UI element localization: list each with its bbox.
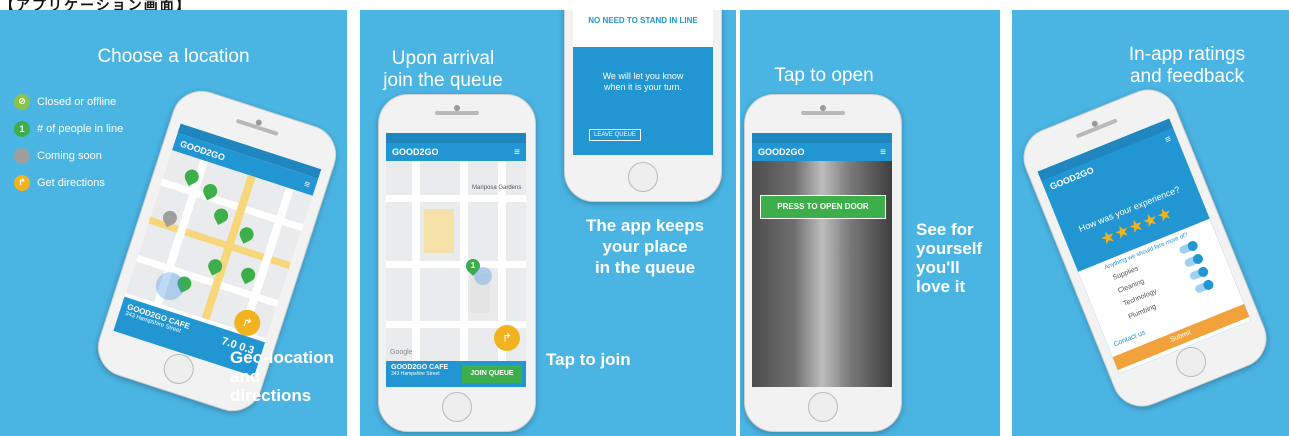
panel-choose-location: Choose a location ⊘ Closed or offline 1 … [0,10,347,436]
brand-logo: GOOD2GO [392,147,439,157]
menu-icon[interactable]: ≡ [1163,133,1173,145]
panel-tap-to-open: Tap to open GOOD2GO ≡ PRESS TO OPEN DOOR… [740,10,1000,436]
leave-queue-button[interactable]: LEAVE QUEUE [589,129,641,141]
people-in-line-icon: 1 [14,120,30,137]
location-info-bar: GOOD2GO CAFE 343 Hampshire Street JOIN Q… [386,361,526,387]
map-legend: ⊘ Closed or offline 1 # of people in lin… [14,88,123,196]
phone-screen: NO NEED TO STAND IN LINE We will let you… [573,10,713,155]
panel-title: In-app ratings and feedback [1128,44,1246,87]
queue-heading: NO NEED TO STAND IN LINE [573,10,713,47]
legend-item-closed: ⊘ Closed or offline [14,88,123,115]
phone-screen: GOOD2GO ≡ PRESS TO OPEN DOOR [752,133,892,387]
home-button [442,392,472,422]
callout-see-for-yourself: See for yourself you'll love it [916,220,983,296]
coming-soon-icon [14,147,30,164]
join-queue-button[interactable]: JOIN QUEUE [462,365,522,383]
panel-title: Tap to open [774,65,874,86]
menu-icon[interactable]: ≡ [880,147,886,158]
menu-icon[interactable]: ≡ [303,178,312,190]
google-attribution: Google [390,349,413,356]
brand-logo: GOOD2GO [758,147,805,157]
location-pin[interactable] [211,206,231,225]
queue-message: We will let you know when it is your tur… [602,71,684,92]
status-bar [752,133,892,143]
phone-door-view: GOOD2GO ≡ PRESS TO OPEN DOOR [744,94,902,432]
middle-caption: The app keeps your place in the queue [585,216,705,277]
panel-ratings: In-app ratings and feedback GOOD2GO ≡ Ho… [1012,10,1289,436]
phone-join-view: GOOD2GO ≡ Mariposa Gardens 1 ↱ Google GO… [378,94,536,432]
phone-screen: GOOD2GO ≡ ↱ GOOD2GO CAFE 343 Hampshire S… [113,123,322,377]
app-header: GOOD2GO ≡ [752,143,892,161]
panel-title: Upon arrival join the queue [383,48,503,91]
phone-screen: GOOD2GO ≡ How was your experience? ★★★★★… [1037,118,1251,374]
legend-item-coming-soon: Coming soon [14,142,123,169]
phone-screen: GOOD2GO ≡ Mariposa Gardens 1 ↱ Google GO… [386,133,526,387]
menu-icon[interactable]: ≡ [514,147,520,158]
feedback-toggle[interactable] [1193,279,1214,294]
location-pin[interactable] [237,224,257,244]
callout-tap-to-join: Tap to join [546,350,631,369]
home-button [808,392,838,422]
status-bar [386,133,526,143]
phone-rating-view: GOOD2GO ≡ How was your experience? ★★★★★… [1014,80,1276,416]
map-label: Mariposa Gardens [472,185,522,191]
phone-queue-status: NO NEED TO STAND IN LINE We will let you… [564,10,722,202]
closed-icon: ⊘ [14,93,30,110]
panel-title: Choose a location [97,46,250,67]
directions-button[interactable]: ↱ [494,325,520,351]
speaker [801,111,845,115]
panel-join-queue: Upon arrival join the queue NO NEED TO S… [360,10,736,436]
legend-item-directions: ↱ Get directions [14,169,123,196]
legend-item-people: 1 # of people in line [14,115,123,142]
current-location-marker [474,267,492,285]
speaker [435,111,479,115]
directions-icon: ↱ [14,174,30,191]
callout-geo-location: Geo-location and directions [230,348,334,405]
home-button [628,162,658,192]
map[interactable]: Mariposa Gardens 1 ↱ Google [386,161,526,361]
open-door-button[interactable]: PRESS TO OPEN DOOR [760,195,886,219]
top-caption: 【アプリケーション画面】 [0,0,192,10]
app-header: GOOD2GO ≡ [386,143,526,161]
